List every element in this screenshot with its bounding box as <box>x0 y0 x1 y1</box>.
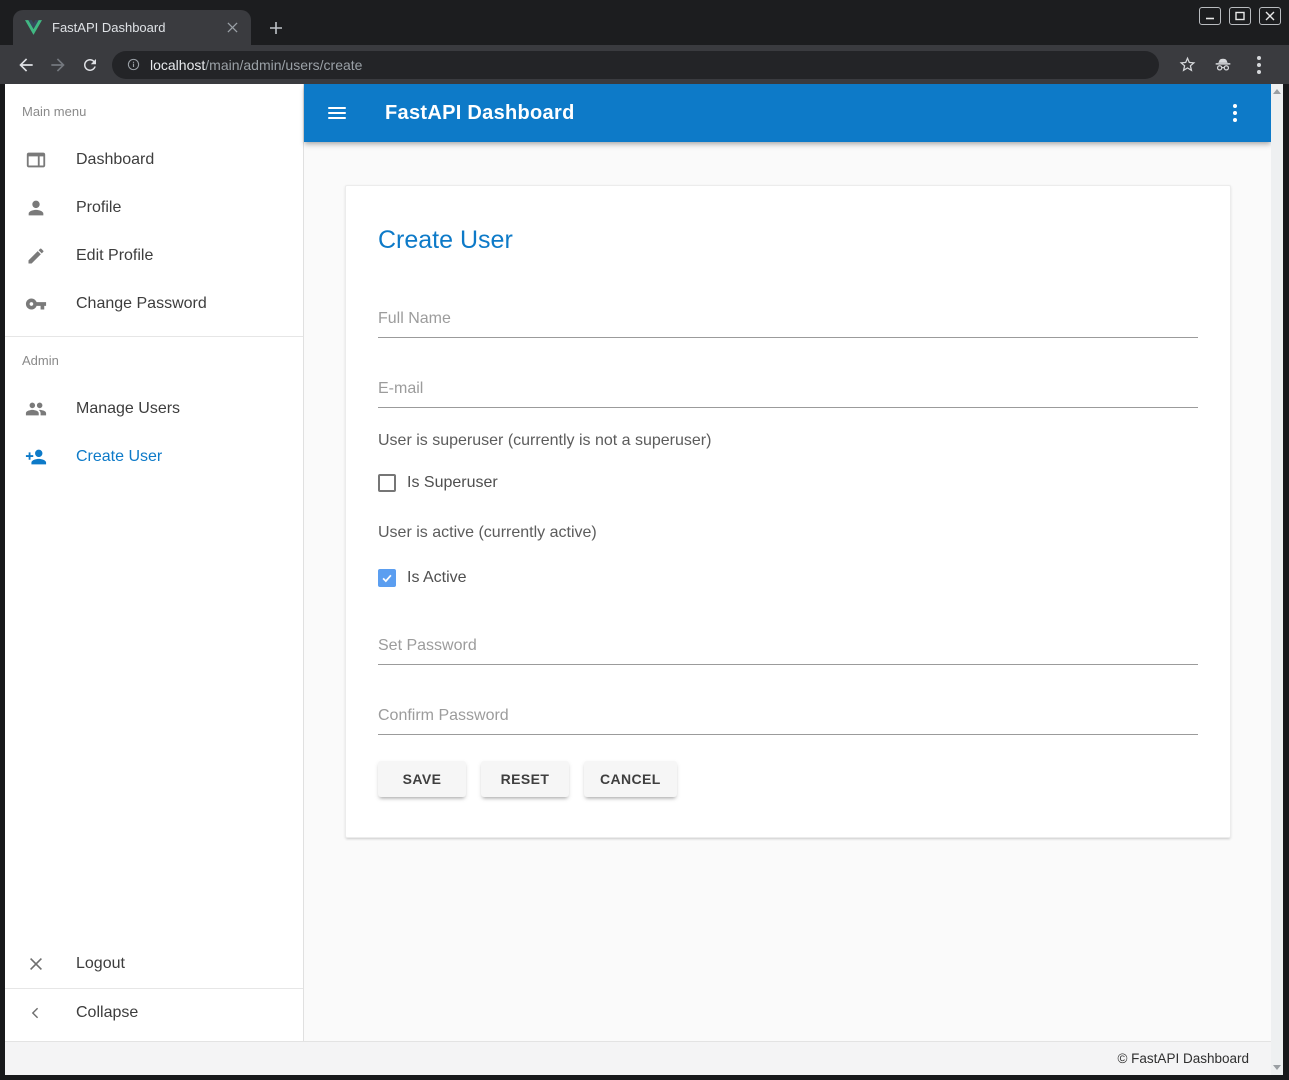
main-area: FastAPI Dashboard Create User User is su… <box>304 84 1271 1075</box>
cancel-button[interactable]: CANCEL <box>584 761 677 797</box>
tab-title: FastAPI Dashboard <box>52 20 223 35</box>
sidebar-item-collapse[interactable]: Collapse <box>5 989 303 1037</box>
sidebar-item-dashboard[interactable]: Dashboard <box>5 136 303 184</box>
browser-toolbar: localhost/main/admin/users/create <box>0 45 1289 84</box>
tab-strip: FastAPI Dashboard <box>0 0 1289 45</box>
pencil-icon <box>24 244 48 268</box>
confirm-password-input[interactable] <box>378 707 1198 735</box>
browser-menu-kebab-icon[interactable] <box>1247 53 1271 77</box>
hamburger-menu-icon[interactable] <box>328 101 352 125</box>
active-hint: User is active (currently active) <box>378 523 1198 542</box>
is-superuser-checkbox-row[interactable]: Is Superuser <box>378 474 1198 492</box>
sidebar-caption-admin: Admin <box>5 353 303 375</box>
page-content: Create User User is superuser (currently… <box>304 142 1271 1075</box>
form-buttons: SAVE RESET CANCEL <box>378 761 1198 797</box>
sidebar-bottom-group: Logout Collapse <box>5 940 303 1037</box>
sidebar-item-label: Profile <box>76 199 121 217</box>
sidebar-item-label: Collapse <box>76 1004 138 1022</box>
app-bar: FastAPI Dashboard <box>304 84 1271 142</box>
logout-x-icon <box>24 952 48 976</box>
is-superuser-label: Is Superuser <box>407 474 498 492</box>
copyright-text: © FastAPI Dashboard <box>1117 1051 1249 1066</box>
full-name-input[interactable] <box>378 310 1198 338</box>
back-icon[interactable] <box>14 53 38 77</box>
sidebar-item-change-password[interactable]: Change Password <box>5 280 303 328</box>
scrollbar-up-arrow-icon[interactable] <box>1273 89 1281 94</box>
address-bar[interactable]: localhost/main/admin/users/create <box>112 51 1159 79</box>
full-name-field <box>378 310 1198 338</box>
reset-button[interactable]: RESET <box>481 761 569 797</box>
sidebar-item-label: Change Password <box>76 295 207 313</box>
person-icon <box>24 196 48 220</box>
confirm-password-field <box>378 707 1198 735</box>
sidebar-item-label: Create User <box>76 448 162 466</box>
sidebar-item-manage-users[interactable]: Manage Users <box>5 385 303 433</box>
browser-tab[interactable]: FastAPI Dashboard <box>13 10 251 45</box>
sidebar-item-label: Edit Profile <box>76 247 153 265</box>
page-footer: © FastAPI Dashboard <box>5 1041 1271 1075</box>
url-host: localhost <box>150 57 205 73</box>
page-viewport: Main menu Dashboard Profile Edit Profile… <box>5 84 1271 1075</box>
incognito-icon <box>1211 53 1235 77</box>
sidebar-item-label: Manage Users <box>76 400 180 418</box>
email-field <box>378 380 1198 408</box>
save-button[interactable]: SAVE <box>378 761 466 797</box>
reload-icon[interactable] <box>78 53 102 77</box>
page-scrollbar[interactable] <box>1271 84 1283 1075</box>
is-active-checkbox[interactable] <box>378 569 396 587</box>
minimize-icon[interactable] <box>1199 7 1221 25</box>
dashboard-icon <box>24 148 48 172</box>
forward-icon[interactable] <box>46 53 70 77</box>
is-superuser-checkbox[interactable] <box>378 474 396 492</box>
sidebar-item-label: Logout <box>76 955 125 973</box>
info-icon[interactable] <box>126 57 141 72</box>
create-user-card: Create User User is superuser (currently… <box>345 185 1231 838</box>
new-tab-button[interactable] <box>263 15 289 41</box>
sidebar-item-profile[interactable]: Profile <box>5 184 303 232</box>
sidebar-item-create-user[interactable]: Create User <box>5 433 303 481</box>
app-bar-kebab-icon[interactable] <box>1223 101 1247 125</box>
set-password-field <box>378 637 1198 665</box>
vue-logo-icon <box>25 20 42 35</box>
app-bar-title: FastAPI Dashboard <box>385 102 575 125</box>
sidebar-caption-main-menu: Main menu <box>5 104 303 126</box>
form-title: Create User <box>378 226 1198 254</box>
sidebar: Main menu Dashboard Profile Edit Profile… <box>5 84 304 1075</box>
url-text: localhost/main/admin/users/create <box>150 57 362 73</box>
email-input[interactable] <box>378 380 1198 408</box>
superuser-hint: User is superuser (currently is not a su… <box>378 431 1198 450</box>
sidebar-item-logout[interactable]: Logout <box>5 940 303 988</box>
people-icon <box>24 397 48 421</box>
maximize-icon[interactable] <box>1229 7 1251 25</box>
star-icon[interactable] <box>1175 53 1199 77</box>
window-controls <box>1199 7 1281 25</box>
chevron-left-icon <box>24 1001 48 1025</box>
is-active-checkbox-row[interactable]: Is Active <box>378 569 1198 587</box>
is-active-label: Is Active <box>407 569 467 587</box>
sidebar-item-edit-profile[interactable]: Edit Profile <box>5 232 303 280</box>
person-add-icon <box>24 445 48 469</box>
tab-close-icon[interactable] <box>223 19 241 37</box>
sidebar-item-label: Dashboard <box>76 151 154 169</box>
toolbar-right <box>1175 53 1271 77</box>
scrollbar-down-arrow-icon[interactable] <box>1273 1065 1281 1070</box>
sidebar-divider <box>5 336 303 337</box>
set-password-input[interactable] <box>378 637 1198 665</box>
url-path: /main/admin/users/create <box>205 57 362 73</box>
key-icon <box>24 292 48 316</box>
close-icon[interactable] <box>1259 7 1281 25</box>
browser-window: { "browser": { "tab_title": "FastAPI Das… <box>0 0 1289 1080</box>
